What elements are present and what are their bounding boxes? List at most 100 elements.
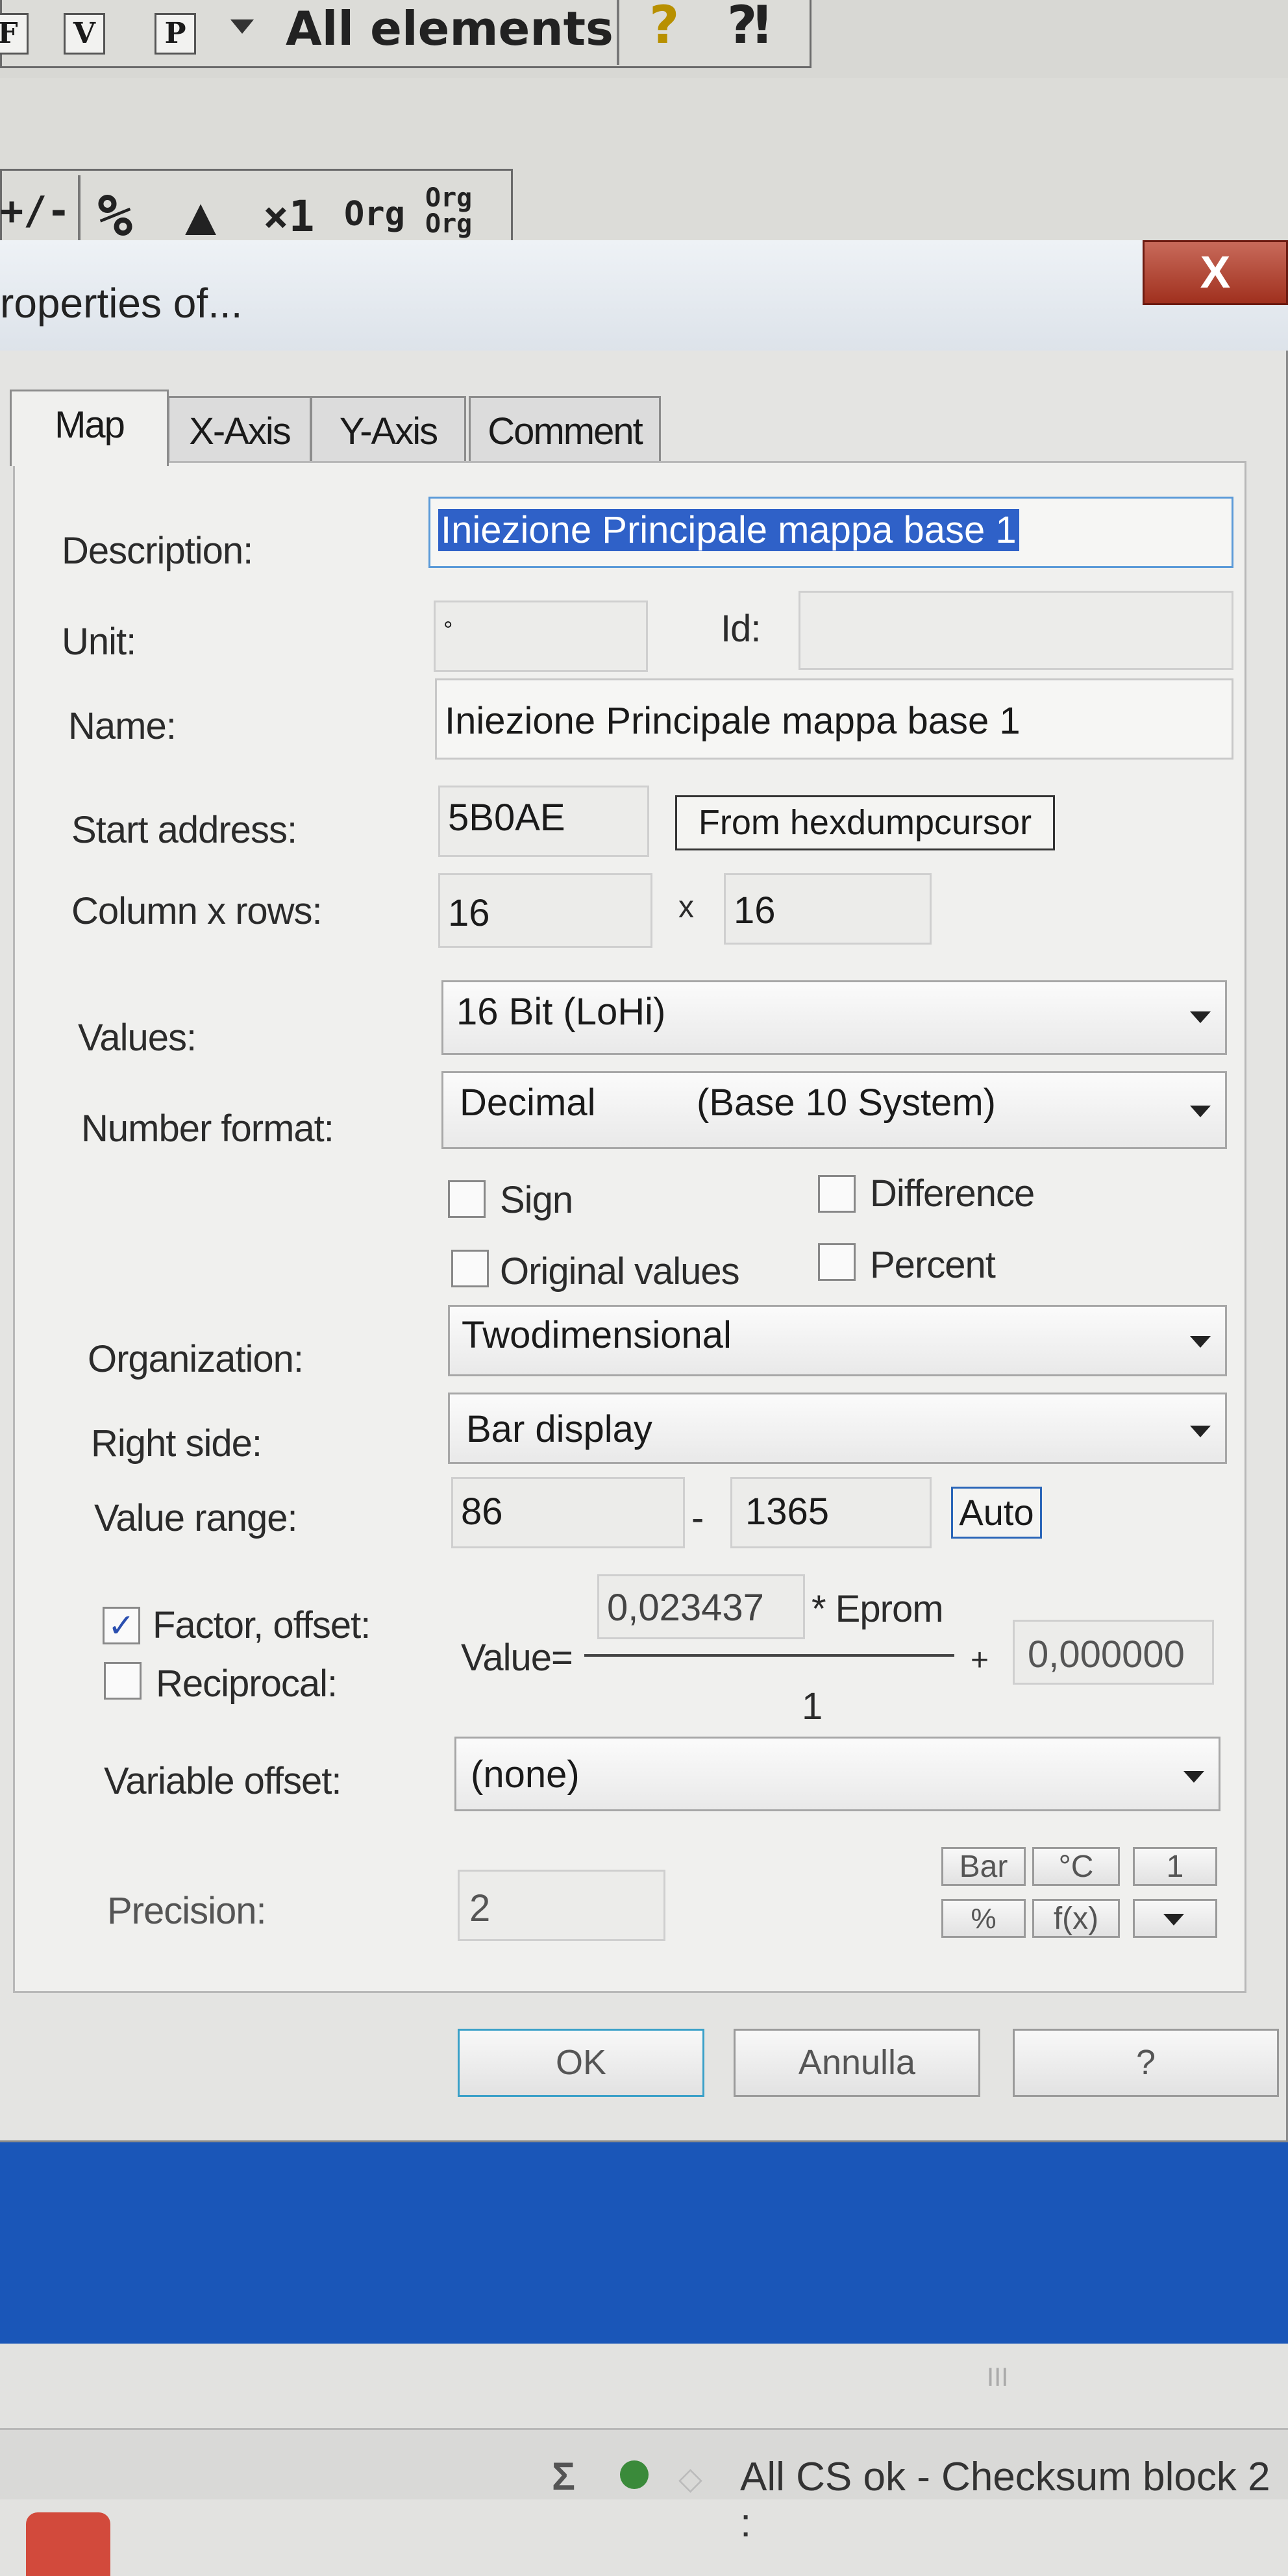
plus-minus-button[interactable]: +/-	[0, 188, 70, 234]
dropdown-arrow-icon	[1190, 1426, 1211, 1437]
precision-label: Precision:	[107, 1890, 267, 1932]
plus-sign: +	[971, 1643, 989, 1678]
dropdown-arrow-icon	[1183, 1771, 1204, 1783]
columns-rows-separator: x	[678, 890, 694, 924]
range-min-input[interactable]: 86	[451, 1477, 685, 1548]
status-message: All CS ok - Checksum block 2 :	[740, 2455, 1270, 2545]
reciprocal-label: Reciprocal:	[156, 1663, 338, 1705]
values-label: Values:	[78, 1017, 197, 1059]
percent-checkbox[interactable]	[818, 1243, 856, 1281]
org-org-button[interactable]: Org Org	[425, 185, 472, 237]
number-format-value: Decimal	[460, 1082, 596, 1124]
range-separator: -	[691, 1497, 704, 1539]
reciprocal-checkbox[interactable]	[104, 1662, 142, 1700]
value-range-label: Value range:	[94, 1497, 298, 1539]
close-button[interactable]: X	[1143, 240, 1288, 305]
percent-unit-button[interactable]: %	[941, 1899, 1026, 1938]
description-label: Description:	[62, 530, 253, 572]
id-input[interactable]	[799, 591, 1233, 670]
columns-input[interactable]: 16	[438, 873, 652, 948]
dropdown-arrow-icon	[1190, 1336, 1211, 1348]
offset-input[interactable]: 0,000000	[1013, 1620, 1214, 1685]
unit-label: Unit:	[62, 621, 136, 663]
toolbar-f-button[interactable]: F	[0, 13, 29, 55]
checksum-icon: Σ	[552, 2455, 576, 2498]
auto-button[interactable]: Auto	[951, 1487, 1042, 1539]
tab-x-axis[interactable]: X-Axis	[167, 396, 312, 467]
org-button[interactable]: Org	[344, 195, 405, 234]
view-dropdown-arrow-icon[interactable]	[230, 19, 254, 34]
organization-value: Twodimensional	[462, 1314, 732, 1356]
eprom-label: * Eprom	[811, 1588, 944, 1630]
arrows-icon: ◇	[678, 2462, 702, 2496]
help-icon[interactable]: ?	[649, 0, 679, 55]
difference-checkbox[interactable]	[818, 1175, 856, 1213]
scrollbar-grip[interactable]: III	[987, 2363, 1008, 2392]
fraction-line	[584, 1654, 954, 1657]
times-one-button[interactable]: ×1	[263, 192, 314, 242]
variable-offset-select[interactable]: (none)	[454, 1737, 1220, 1811]
values-select[interactable]: 16 Bit (LoHi)	[441, 980, 1227, 1055]
difference-label: Difference	[870, 1172, 1035, 1215]
values-select-value: 16 Bit (LoHi)	[456, 991, 666, 1033]
factor-input[interactable]: 0,023437	[597, 1574, 805, 1639]
sign-checkbox[interactable]	[448, 1180, 486, 1218]
celsius-unit-button[interactable]: °C	[1032, 1847, 1120, 1886]
start-address-input[interactable]: 5B0AE	[438, 786, 649, 857]
variable-offset-value: (none)	[471, 1753, 580, 1796]
description-value: Iniezione Principale mappa base 1	[438, 509, 1019, 551]
toolbar-separator	[617, 0, 619, 65]
view-select[interactable]: All elements	[286, 1, 613, 56]
number-format-base: (Base 10 System)	[697, 1082, 996, 1124]
toolbar-separator	[78, 175, 80, 240]
status-ok-icon	[620, 2460, 649, 2489]
desktop-background	[0, 2142, 1288, 2344]
more-units-button[interactable]	[1133, 1899, 1217, 1938]
fx-button[interactable]: f(x)	[1032, 1899, 1120, 1938]
dropdown-arrow-icon	[1190, 1106, 1211, 1117]
name-input[interactable]: Iniezione Principale mappa base 1	[435, 678, 1233, 760]
toolbar-p-button[interactable]: P	[155, 13, 196, 55]
bar-unit-button[interactable]: Bar	[941, 1847, 1026, 1886]
tab-y-axis[interactable]: Y-Axis	[310, 396, 466, 467]
range-max-input[interactable]: 1365	[730, 1477, 932, 1548]
sign-label: Sign	[500, 1179, 573, 1221]
number-format-select[interactable]: Decimal (Base 10 System)	[441, 1071, 1227, 1149]
name-label: Name:	[68, 705, 177, 747]
variable-offset-label: Variable offset:	[104, 1760, 342, 1802]
divisor-value: 1	[802, 1685, 823, 1728]
description-input[interactable]: Iniezione Principale mappa base 1	[428, 497, 1233, 568]
rows-input[interactable]: 16	[724, 873, 932, 945]
id-label: Id:	[721, 608, 761, 650]
toolbar-v-button[interactable]: V	[64, 13, 105, 55]
tab-comment[interactable]: Comment	[469, 396, 661, 467]
precision-input[interactable]: 2	[458, 1870, 665, 1941]
delta-button[interactable]: ▲	[185, 185, 216, 245]
right-side-select[interactable]: Bar display	[448, 1393, 1227, 1464]
cancel-button[interactable]: Annulla	[734, 2029, 980, 2097]
dialog-title: roperties of...	[0, 280, 243, 327]
app-logo-icon	[26, 2512, 110, 2576]
one-unit-button[interactable]: 1	[1133, 1847, 1217, 1886]
original-values-checkbox[interactable]	[451, 1250, 489, 1287]
factor-offset-checkbox[interactable]: ✓	[103, 1607, 140, 1644]
original-values-label: Original values	[500, 1250, 740, 1293]
tab-map[interactable]: Map	[10, 390, 169, 466]
organization-label: Organization:	[88, 1338, 304, 1380]
right-side-value: Bar display	[466, 1408, 652, 1450]
organization-select[interactable]: Twodimensional	[448, 1305, 1227, 1376]
from-hexdump-button[interactable]: From hexdumpcursor	[675, 795, 1055, 850]
column-rows-label: Column x rows:	[71, 890, 323, 932]
context-help-icon[interactable]: ⁈	[727, 0, 770, 55]
number-format-label: Number format:	[81, 1108, 334, 1150]
help-button[interactable]: ?	[1013, 2029, 1279, 2097]
formula-prefix: Value=	[461, 1637, 573, 1679]
dropdown-arrow-icon	[1190, 1011, 1211, 1023]
start-address-label: Start address:	[71, 809, 297, 851]
unit-input[interactable]: °	[434, 601, 648, 672]
percent-label: Percent	[870, 1244, 996, 1286]
chevron-down-icon	[1163, 1914, 1184, 1926]
factor-offset-label: Factor, offset:	[153, 1604, 371, 1646]
ok-button[interactable]: OK	[458, 2029, 704, 2097]
right-side-label: Right side:	[91, 1422, 262, 1465]
